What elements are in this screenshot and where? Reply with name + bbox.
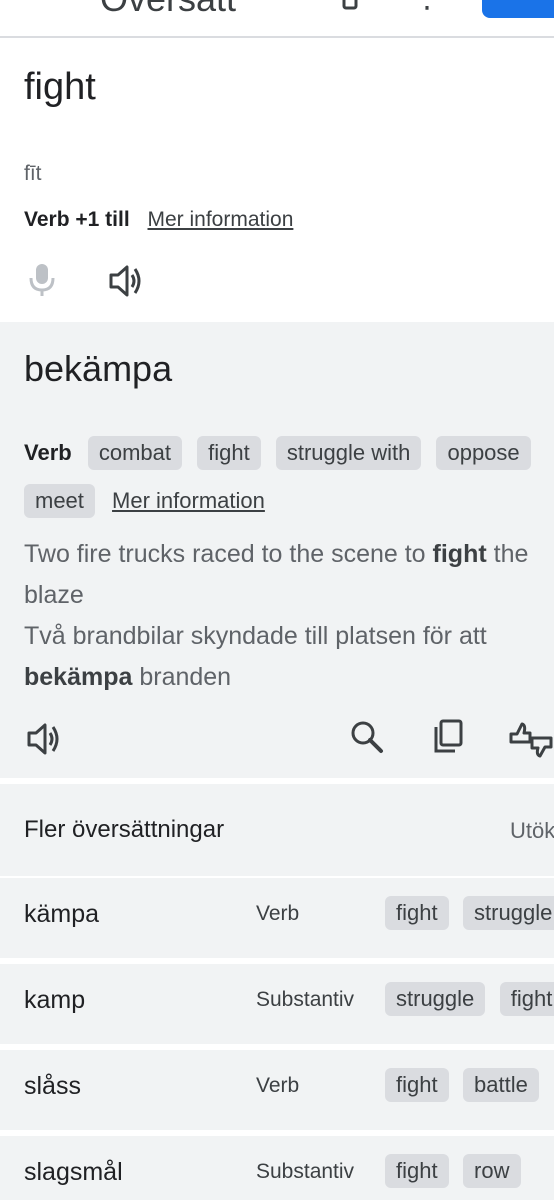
row-pos: Substantiv — [256, 1160, 355, 1183]
source-word: fight — [24, 66, 96, 108]
translation-word: bekämpa — [24, 348, 173, 389]
row-pos: Verb — [256, 902, 300, 925]
translation-more-info-link[interactable]: Mer information — [112, 488, 265, 513]
synonym-chip[interactable]: meet — [24, 484, 95, 518]
synonym-chip[interactable]: fight — [385, 896, 449, 930]
synonym-chip[interactable]: fight — [385, 1154, 449, 1188]
synonym-chip[interactable]: row — [463, 1154, 521, 1188]
source-phonetic: fīt — [24, 162, 42, 185]
speaker-icon[interactable] — [26, 722, 62, 761]
more-menu-icon[interactable]: ⋮ — [412, 0, 444, 15]
app-bar: Översätt ⋮ — [0, 0, 554, 38]
synonym-chip[interactable]: oppose — [436, 436, 531, 470]
row-chips: fight row — [385, 1154, 531, 1188]
example-swedish: Två brandbilar skyndade till platsen för… — [24, 622, 487, 691]
synonym-chip[interactable]: fight — [197, 436, 261, 470]
search-icon[interactable] — [350, 720, 384, 759]
translation-card: bekämpa Verb combat fight struggle with … — [0, 322, 554, 778]
synonym-row: Verb combat fight struggle with oppose — [24, 436, 540, 470]
source-meta: Verb +1 till Mer information — [24, 208, 293, 232]
expand-button[interactable]: Utöka — [510, 818, 554, 844]
source-pos-extra: +1 till — [75, 208, 130, 231]
row-pos: Verb — [256, 1074, 300, 1097]
synonym-chip[interactable]: battle — [463, 1068, 539, 1102]
speaker-icon[interactable] — [108, 264, 144, 303]
row-word: kämpa — [24, 900, 100, 928]
source-more-info-link[interactable]: Mer information — [148, 208, 294, 231]
row-chips: fight battle — [385, 1068, 549, 1102]
source-pos: Verb — [24, 208, 70, 231]
primary-button[interactable] — [482, 0, 554, 18]
translation-row[interactable]: kamp Substantiv struggle fight — [0, 964, 554, 1044]
example-sentences: Two fire trucks raced to the scene to fi… — [24, 534, 554, 698]
translation-pos: Verb — [24, 440, 72, 465]
feedback-icon[interactable] — [508, 722, 554, 763]
camera-icon[interactable] — [340, 0, 360, 21]
row-pos: Substantiv — [256, 988, 355, 1011]
translation-row[interactable]: slagsmål Substantiv fight row — [0, 1136, 554, 1200]
row-word: kamp — [24, 986, 86, 1014]
app-title: Översätt — [100, 0, 236, 20]
example-english: Two fire trucks raced to the scene to fi… — [24, 540, 529, 609]
synonym-chip[interactable]: struggle with — [275, 436, 422, 470]
synonym-row: meet Mer information — [24, 484, 265, 518]
synonym-chip[interactable]: fight — [385, 1068, 449, 1102]
synonym-chip[interactable]: struggle — [463, 896, 554, 930]
synonym-chip[interactable]: fight — [499, 982, 554, 1016]
synonym-chip[interactable]: struggle — [385, 982, 486, 1016]
copy-icon[interactable] — [432, 718, 464, 759]
source-card: fight fīt Verb +1 till Mer information — [0, 38, 554, 322]
more-translations-title: Fler översättningar — [24, 816, 225, 843]
row-word: slåss — [24, 1072, 81, 1100]
row-chips: fight struggle — [385, 896, 554, 930]
microphone-icon[interactable] — [28, 262, 56, 303]
translation-row[interactable]: slåss Verb fight battle — [0, 1050, 554, 1130]
row-word: slagsmål — [24, 1158, 123, 1186]
more-translations-header: Fler översättningar Utöka — [0, 784, 554, 876]
translation-row[interactable]: kämpa Verb fight struggle — [0, 878, 554, 958]
row-chips: struggle fight — [385, 982, 554, 1016]
synonym-chip[interactable]: combat — [87, 436, 182, 470]
